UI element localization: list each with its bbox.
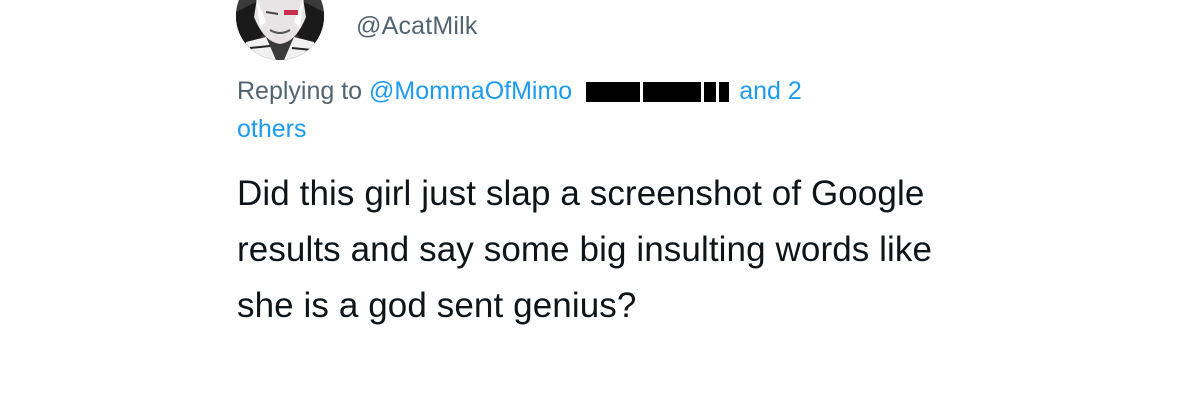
- avatar[interactable]: [236, 0, 324, 60]
- redaction-bar: [643, 82, 702, 102]
- user-handle[interactable]: @AcatMilk: [356, 11, 478, 41]
- others-link-text-continued: others: [237, 115, 307, 143]
- replying-to-label: Replying to: [237, 77, 363, 105]
- tweet-card: @AcatMilk Replying to @MommaOfMimo and 2 o…: [0, 0, 1199, 399]
- replying-to-line: Replying to @MommaOfMimo and 2 others: [237, 72, 957, 148]
- avatar-image: [236, 0, 324, 60]
- redaction-bar: [704, 82, 717, 102]
- redaction-bar: [586, 82, 641, 102]
- mention-link[interactable]: @MommaOfMimo: [369, 77, 572, 105]
- redaction-bar: [719, 82, 730, 102]
- others-link-text: and 2: [739, 77, 802, 105]
- tweet-text: Did this girl just slap a screenshot of …: [237, 174, 933, 325]
